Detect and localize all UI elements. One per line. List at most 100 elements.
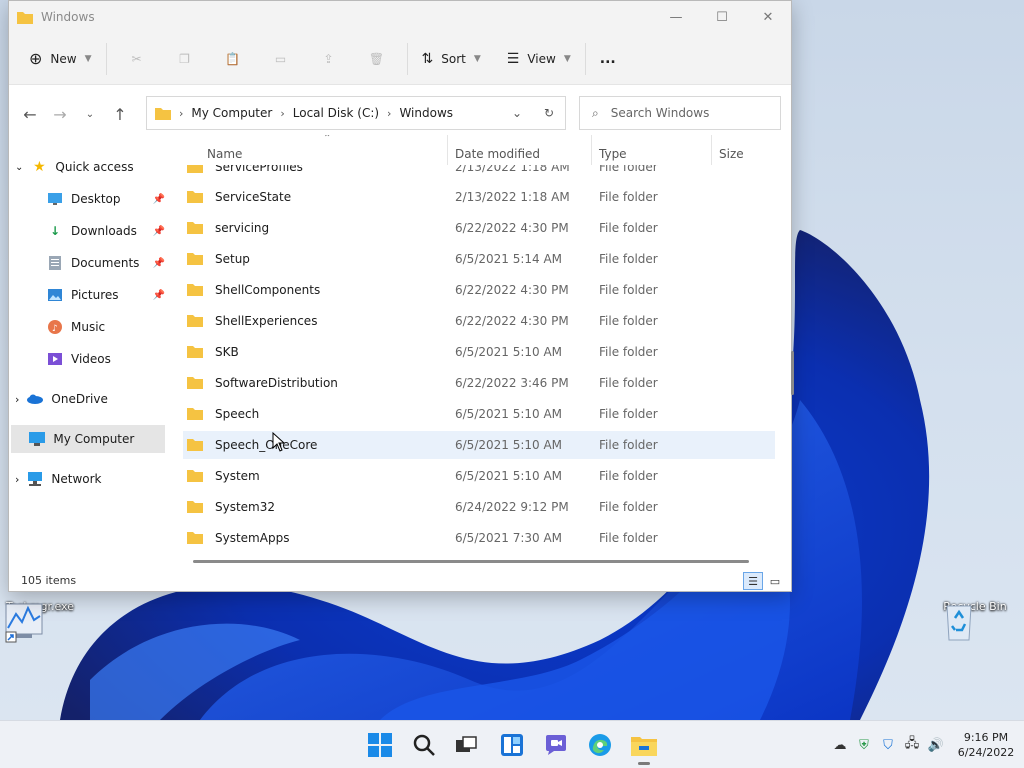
chevron-down-icon: ⌄ (15, 161, 24, 173)
sidebar-item-documents[interactable]: Documents 📌 (47, 249, 165, 277)
file-name: ShellExperiences (215, 314, 318, 328)
address-dropdown-icon[interactable]: ⌄ (501, 106, 533, 120)
onedrive-tray-icon[interactable]: ☁ (828, 733, 852, 757)
sidebar-item-network[interactable]: › Network (15, 465, 165, 493)
table-row[interactable]: SystemApps 6/5/2021 7:30 AM File folder (183, 524, 775, 552)
scissors-icon: ✂ (131, 51, 142, 66)
large-icons-view-button[interactable]: ▭ (765, 572, 785, 590)
desktop-icon-recycle-bin[interactable]: Recycle Bin (935, 600, 1015, 641)
sidebar-item-my-computer[interactable]: › My Computer (11, 425, 165, 453)
refresh-icon[interactable]: ↻ (533, 106, 565, 120)
recycle-bin-icon (946, 605, 972, 641)
table-row[interactable]: Speech 6/5/2021 5:10 AM File folder (183, 400, 775, 428)
column-divider[interactable] (711, 135, 712, 165)
sidebar-item-music[interactable]: ♪ Music (47, 313, 165, 341)
security-tray-icon[interactable]: ⛨ (852, 733, 876, 757)
table-row[interactable]: System32 6/24/2022 9:12 PM File folder (183, 493, 775, 521)
column-header-date[interactable]: Date modified (455, 147, 540, 161)
maximize-button[interactable]: ☐ (699, 1, 745, 33)
minimize-button[interactable]: — (653, 1, 699, 33)
address-bar[interactable]: › My Computer › Local Disk (C:) › Window… (146, 96, 566, 130)
forward-button[interactable]: → (45, 98, 75, 130)
table-row[interactable]: servicing 6/22/2022 4:30 PM File folder (183, 214, 775, 242)
breadcrumb-my-computer[interactable]: My Computer (191, 106, 272, 120)
teams-chat-button[interactable] (540, 729, 572, 761)
sidebar-item-onedrive[interactable]: › OneDrive (15, 385, 165, 413)
chevron-right-icon: › (15, 472, 20, 486)
file-explorer-taskbar-button[interactable] (628, 729, 660, 765)
sidebar-label: Music (71, 320, 106, 334)
recent-locations-button[interactable]: ⌄ (75, 98, 105, 130)
share-button[interactable]: ⇪ (305, 41, 353, 77)
more-options-button[interactable]: ... (592, 41, 624, 77)
pin-icon[interactable]: 📌 (153, 258, 165, 269)
folder-icon (187, 222, 203, 234)
pin-icon[interactable]: 📌 (153, 194, 165, 205)
file-date: 2/13/2022 1:18 AM (455, 190, 570, 204)
up-button[interactable]: ↑ (105, 98, 135, 130)
details-view-button[interactable]: ☰ (743, 572, 763, 590)
sidebar-item-quick-access[interactable]: ⌄ ★ Quick access (15, 153, 165, 181)
edge-button[interactable] (584, 729, 616, 761)
rename-button[interactable]: ▭ (257, 41, 305, 77)
search-taskbar-button[interactable] (408, 729, 440, 761)
column-divider[interactable] (591, 135, 592, 165)
folder-icon (187, 439, 203, 451)
start-button[interactable] (364, 729, 396, 761)
close-button[interactable]: ✕ (745, 1, 791, 33)
table-row[interactable]: System 6/5/2021 5:10 AM File folder (183, 462, 775, 490)
folder-icon (187, 191, 203, 203)
file-date: 6/24/2022 9:12 PM (455, 500, 569, 514)
column-header-name[interactable]: Name (207, 147, 242, 161)
task-view-button[interactable] (450, 729, 482, 761)
sidebar-item-downloads[interactable]: ↓ Downloads 📌 (47, 217, 165, 245)
horizontal-scrollbar-thumb[interactable] (193, 560, 749, 563)
column-header-size[interactable]: Size (719, 147, 744, 161)
title-bar[interactable]: Windows — ☐ ✕ (9, 1, 791, 33)
table-row[interactable]: SKB 6/5/2021 5:10 AM File folder (183, 338, 775, 366)
back-button[interactable]: ← (15, 98, 45, 130)
network-tray-icon[interactable]: 🖧 (900, 733, 924, 757)
command-bar: ⊕ New ▼ ✂ ❐ 📋 ▭ ⇪ 🗑 ⇅ Sort ▼ ☰ View ▼ ..… (9, 33, 791, 85)
breadcrumb-local-disk[interactable]: Local Disk (C:) (293, 106, 379, 120)
file-explorer-icon (631, 737, 657, 756)
pin-icon[interactable]: 📌 (153, 226, 165, 237)
desktop-icon-taskmgr[interactable]: Taskmgr.exe (0, 600, 80, 643)
copy-button[interactable]: ❐ (161, 41, 209, 77)
clock-time: 9:16 PM (963, 731, 1009, 744)
file-name: System32 (215, 500, 276, 514)
table-row[interactable]: ServiceState 2/13/2022 1:18 AM File fold… (183, 183, 775, 211)
delete-button[interactable]: 🗑 (353, 41, 401, 77)
paste-button[interactable]: 📋 (209, 41, 257, 77)
breadcrumb-windows[interactable]: Windows (399, 106, 453, 120)
folder-icon (155, 108, 171, 120)
pin-icon[interactable]: 📌 (153, 290, 165, 301)
view-button[interactable]: ☰ View ▼ (499, 41, 579, 77)
file-type: File folder (599, 221, 658, 235)
cut-button[interactable]: ✂ (113, 41, 161, 77)
clock[interactable]: 9:16 PM 6/24/2022 (948, 730, 1024, 760)
table-row[interactable]: Setup 6/5/2021 5:14 AM File folder (183, 245, 775, 273)
sidebar-item-desktop[interactable]: Desktop 📌 (47, 185, 165, 213)
column-divider[interactable] (447, 135, 448, 165)
column-header-type[interactable]: Type (599, 147, 627, 161)
vertical-scrollbar-thumb[interactable] (791, 351, 794, 395)
volume-icon[interactable]: 🔊 (924, 733, 948, 757)
widgets-button[interactable] (496, 729, 528, 761)
sidebar-item-pictures[interactable]: Pictures 📌 (47, 281, 165, 309)
table-row[interactable]: ShellExperiences 6/22/2022 4:30 PM File … (183, 307, 775, 335)
search-input[interactable]: Search Windows (611, 106, 710, 120)
table-row[interactable]: ShellComponents 6/22/2022 4:30 PM File f… (183, 276, 775, 304)
sort-button[interactable]: ⇅ Sort ▼ (414, 41, 489, 77)
sidebar-item-videos[interactable]: Videos (47, 345, 165, 373)
table-row[interactable]: SoftwareDistribution 6/22/2022 3:46 PM F… (183, 369, 775, 397)
folder-icon (187, 284, 203, 296)
sort-ascending-icon: ⌃ (323, 135, 332, 144)
file-type: File folder (599, 376, 658, 390)
chevron-down-icon: ⌄ (85, 108, 95, 120)
warning-shield-tray-icon[interactable]: ⛉ (876, 733, 900, 757)
file-name: SoftwareDistribution (215, 376, 338, 390)
new-button[interactable]: ⊕ New ▼ (21, 41, 100, 77)
system-tray: ☁ ⛨ ⛉ 🖧 🔊 9:16 PM 6/24/2022 (828, 721, 1024, 768)
search-box[interactable]: ⌕ Search Windows (579, 96, 781, 130)
